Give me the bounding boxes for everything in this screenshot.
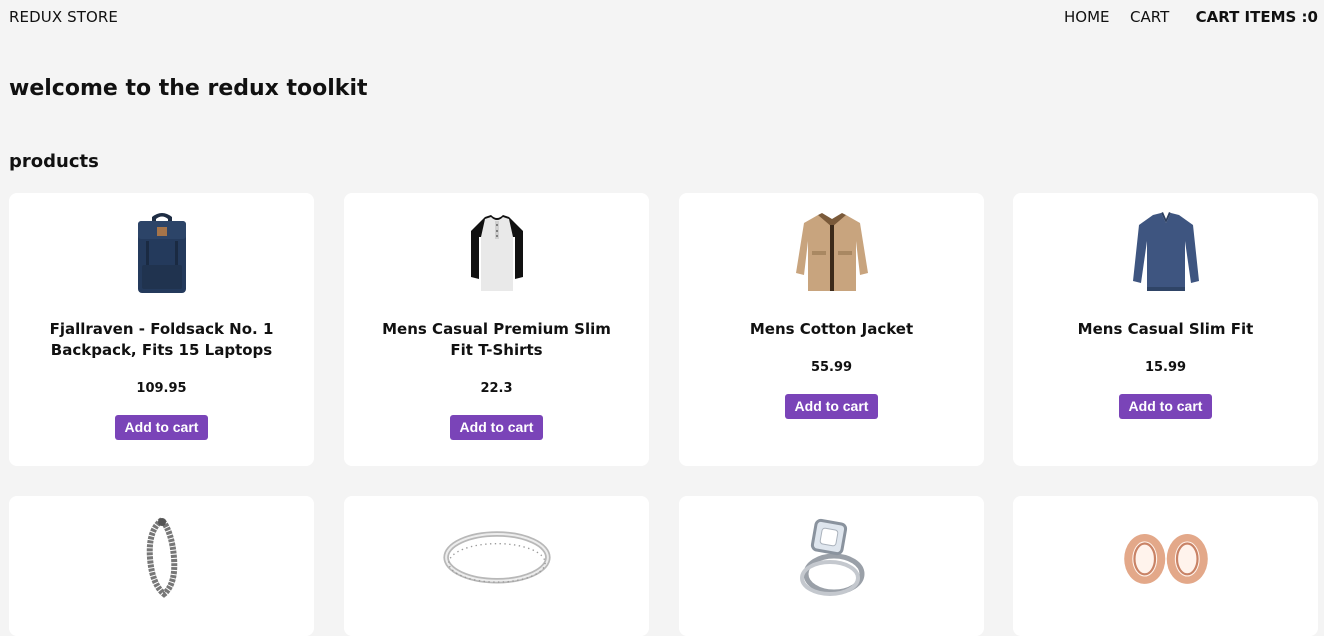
product-card [679, 496, 984, 636]
product-price: 15.99 [1144, 360, 1187, 375]
product-card [344, 496, 649, 636]
product-card [1013, 496, 1318, 636]
product-price: 109.95 [136, 381, 187, 396]
cart-items-count: CART ITEMS :0 [1195, 8, 1318, 26]
page-title: welcome to the redux toolkit [9, 76, 368, 101]
nav-home-link[interactable]: HOME [1064, 8, 1110, 26]
product-card [9, 496, 314, 636]
product-card: Mens Casual Premium Slim Fit T-Shirts 22… [344, 193, 649, 466]
product-card: Mens Cotton Jacket 55.99 Add to cart [679, 193, 984, 466]
product-price: 22.3 [480, 381, 513, 396]
product-title: Mens Cotton Jacket [749, 320, 914, 338]
product-card: Mens Casual Slim Fit 15.99 Add to cart [1013, 193, 1318, 466]
add-to-cart-button[interactable]: Add to cart [114, 415, 209, 440]
add-to-cart-button[interactable]: Add to cart [784, 394, 879, 419]
add-to-cart-button[interactable]: Add to cart [449, 415, 544, 440]
jacket-icon [777, 210, 887, 296]
product-price: 55.99 [810, 360, 853, 375]
backpack-icon [107, 210, 217, 296]
top-navbar: REDUX STORE HOME CART CART ITEMS :0 [0, 0, 1324, 36]
earrings-icon [1111, 513, 1221, 599]
bracelet-icon [107, 513, 217, 599]
brand-logo-text[interactable]: REDUX STORE [9, 8, 118, 26]
diamond-ring-icon [777, 513, 887, 599]
nav-cart-link[interactable]: CART [1130, 8, 1169, 26]
tshirt-icon [442, 210, 552, 296]
sweater-icon [1111, 210, 1221, 296]
add-to-cart-button[interactable]: Add to cart [1118, 394, 1213, 419]
product-title: Fjallraven - Foldsack No. 1 Backpack, Fi… [49, 320, 274, 359]
section-title: products [9, 151, 99, 172]
product-title: Mens Casual Slim Fit [1077, 320, 1254, 338]
product-card: Fjallraven - Foldsack No. 1 Backpack, Fi… [9, 193, 314, 466]
product-title: Mens Casual Premium Slim Fit T-Shirts [382, 320, 611, 359]
ring-icon [442, 513, 552, 599]
